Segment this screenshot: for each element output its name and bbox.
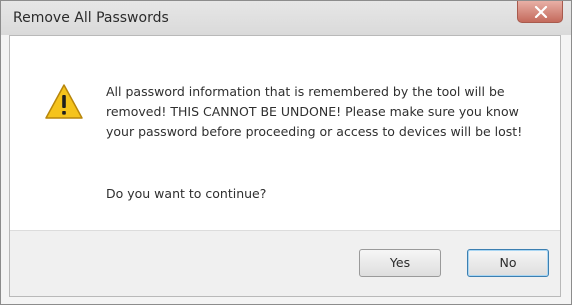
warning-message: All password information that is remembe…: [106, 84, 523, 139]
no-button[interactable]: No: [467, 249, 549, 277]
close-icon: [534, 6, 548, 18]
title-bar[interactable]: Remove All Passwords: [1, 1, 571, 35]
dialog-window: Remove All Passwords All password inform…: [0, 0, 572, 305]
dialog-body: All password information that is remembe…: [9, 35, 561, 297]
message-area: All password information that is remembe…: [10, 36, 560, 230]
yes-button[interactable]: Yes: [359, 249, 441, 277]
window-title: Remove All Passwords: [13, 10, 169, 26]
button-bar: Yes No: [10, 230, 560, 296]
warning-icon: [45, 84, 83, 119]
confirmation-question: Do you want to continue?: [106, 186, 267, 201]
close-button[interactable]: [517, 1, 563, 23]
